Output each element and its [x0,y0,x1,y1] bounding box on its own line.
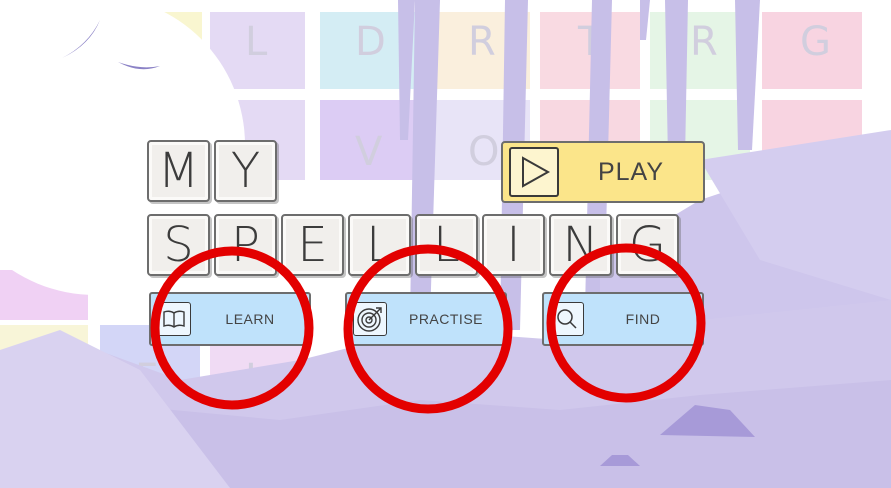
learn-label: LEARN [225,311,275,327]
title-letter-tile: E [281,214,344,276]
title-row-my: M Y [147,140,277,202]
magnifier-icon [550,302,584,336]
target-icon [353,302,387,336]
book-icon [157,302,191,336]
game-screen: L D R T R G V O F L [0,0,891,488]
find-button[interactable]: FIND [542,292,704,346]
play-button[interactable]: PLAY [501,141,705,203]
play-icon [509,147,559,197]
practise-label: PRACTISE [408,311,483,327]
title-letter-tile: I [482,214,545,276]
title-letter-tile: L [415,214,478,276]
play-label: PLAY [597,157,665,186]
title-letter-tile: L [348,214,411,276]
title-letter-tile: P [214,214,277,276]
title-letter-tile: M [147,140,210,202]
practise-button[interactable]: PRACTISE [345,292,507,346]
title-letter-tile: Y [214,140,277,202]
title-letter-tile: S [147,214,210,276]
find-label: FIND [625,311,661,327]
learn-button[interactable]: LEARN [149,292,311,346]
title-letter-tile: N [549,214,612,276]
title-letter-tile: G [616,214,679,276]
title-row-spelling: S P E L L I N G [147,214,679,276]
